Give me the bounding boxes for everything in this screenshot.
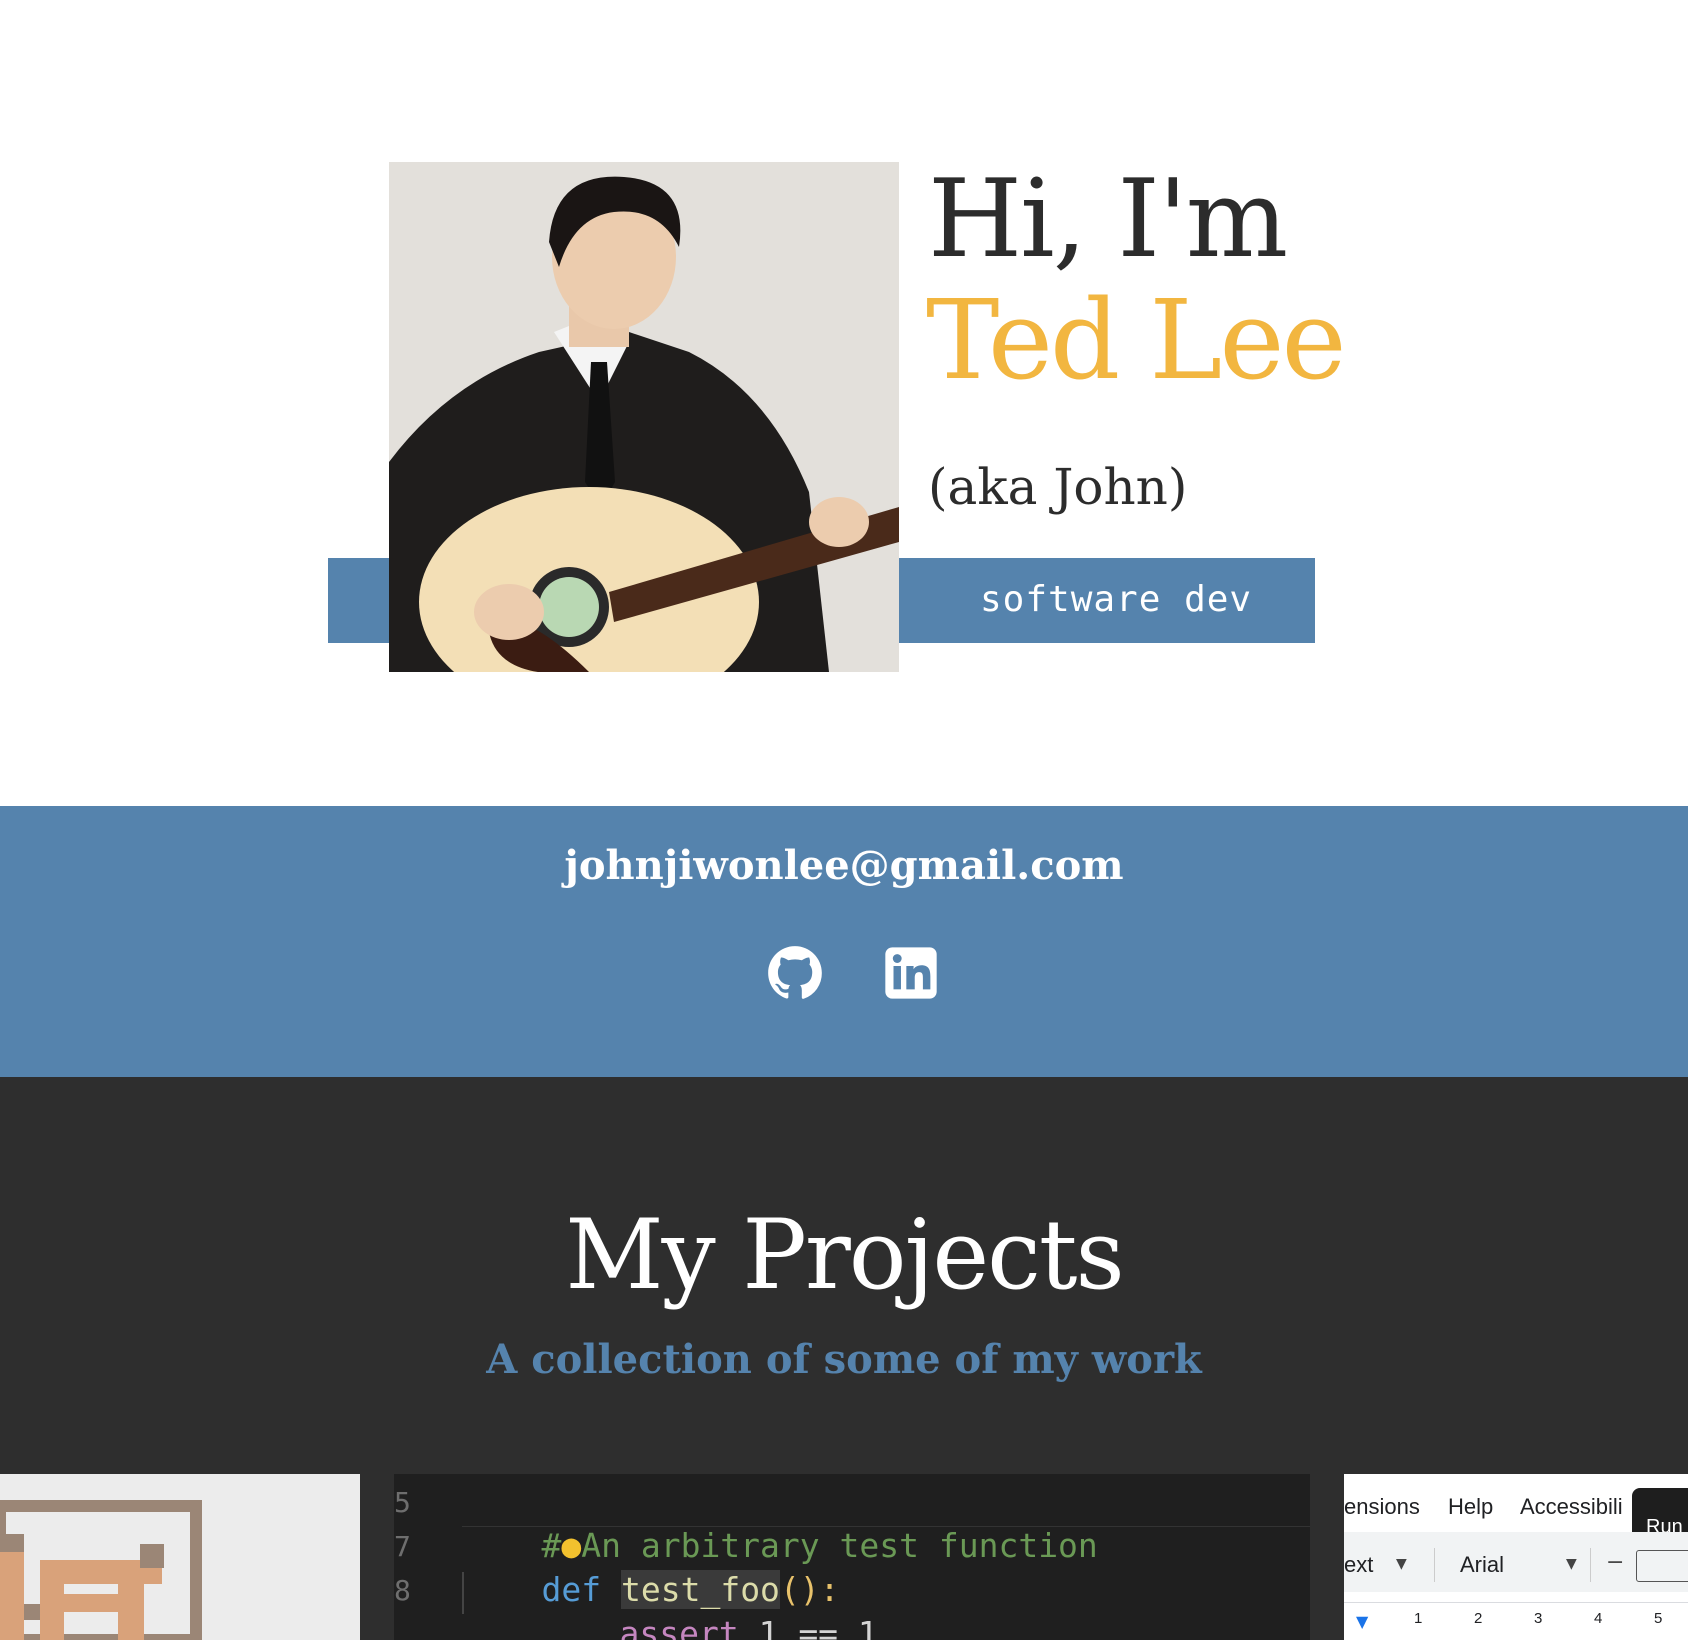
- code-expression: 1 == 1: [758, 1614, 878, 1640]
- menu-item-extensions: ensions: [1344, 1494, 1420, 1519]
- ruler: [1344, 1602, 1688, 1640]
- chevron-down-icon: ▼: [1566, 1556, 1577, 1572]
- menu-item-help: Help: [1448, 1494, 1494, 1519]
- projects-title: My Projects: [565, 1199, 1125, 1311]
- line-number: 5: [394, 1486, 411, 1519]
- font-size-input: [1636, 1550, 1688, 1582]
- style-dropdown: ext: [1344, 1552, 1374, 1577]
- line-number: 7: [394, 1530, 411, 1563]
- greeting-heading: Hi, I'm: [928, 157, 1288, 282]
- ruler-number: 1: [1414, 1610, 1423, 1627]
- linkedin-icon[interactable]: [883, 945, 939, 1001]
- pixel-art-thumbnail: [0, 1474, 360, 1640]
- ruler-number: 5: [1654, 1610, 1663, 1627]
- line-number: 8: [394, 1574, 411, 1607]
- github-icon[interactable]: [767, 945, 823, 1001]
- ruler-number: 4: [1594, 1610, 1603, 1627]
- chevron-down-icon: ▼: [1396, 1556, 1407, 1572]
- name-heading: Ted Lee: [926, 276, 1347, 404]
- code-assert-keyword: assert: [619, 1614, 739, 1640]
- project-card-pixel-game[interactable]: [0, 1474, 360, 1640]
- font-dropdown: Arial: [1460, 1552, 1505, 1577]
- code-assert-line: assert 1 == 1: [540, 1568, 878, 1640]
- project-card-code[interactable]: 5 7 8 #●An arbitrary test function def t…: [394, 1474, 1310, 1640]
- projects-subtitle: A collection of some of my work: [486, 1336, 1202, 1383]
- project-card-docs[interactable]: ensions Help Accessibili Run ext ▼ Arial…: [1344, 1474, 1688, 1640]
- menu-item-accessibility: Accessibili: [1520, 1494, 1623, 1519]
- minus-icon: −: [1606, 1550, 1625, 1575]
- ruler-number: 3: [1534, 1610, 1543, 1627]
- role-label: software dev: [980, 579, 1253, 620]
- hero-accent-band-left: [328, 558, 390, 643]
- indent-marker-icon: ▼: [1356, 1612, 1369, 1631]
- ruler-number: 2: [1474, 1610, 1483, 1627]
- profile-photo: [389, 162, 899, 672]
- email-link[interactable]: johnjiwonlee@gmail.com: [0, 838, 1688, 894]
- aka-text: (aka John): [928, 458, 1188, 516]
